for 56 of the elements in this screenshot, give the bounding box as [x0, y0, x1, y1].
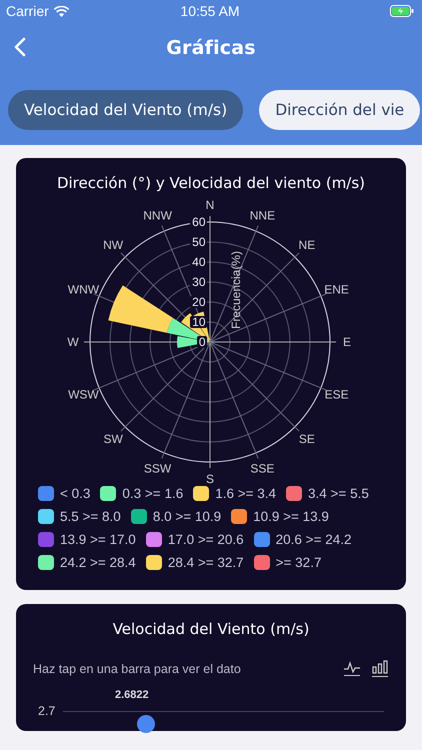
page-title: Gráficas [166, 37, 256, 59]
back-button[interactable] [12, 35, 28, 59]
radial-tick-label: 0 [197, 335, 207, 349]
direction-label: W [67, 335, 79, 349]
legend-label: 24.2 >= 28.4 [60, 555, 136, 570]
wifi-icon [54, 6, 69, 16]
direction-label: WNW [68, 282, 100, 297]
direction-label: ENE [324, 282, 349, 297]
data-value-label: 2.6822 [115, 689, 149, 701]
direction-label: N [206, 198, 214, 212]
legend-label: 20.6 >= 24.2 [276, 532, 352, 547]
radial-tick-label: 20 [190, 295, 207, 309]
radial-tick-label: 40 [190, 255, 207, 269]
direction-label: WSW [68, 387, 99, 402]
carrier-label: Carrier [6, 3, 49, 19]
direction-label: SSE [250, 462, 274, 476]
legend-label: >= 32.7 [276, 555, 322, 570]
legend-label: 0.3 >= 1.6 [122, 486, 184, 501]
radial-tick-label: 30 [190, 275, 207, 289]
direction-label: ESE [324, 387, 349, 402]
legend-label: 8.0 >= 10.9 [152, 509, 222, 524]
legend-label: 13.9 >= 17.0 [60, 532, 136, 547]
radial-tick-label: 10 [190, 315, 207, 329]
direction-label: SE [298, 432, 315, 446]
card-title: Velocidad del Viento (m/s) [112, 619, 310, 638]
direction-label: E [343, 335, 351, 349]
direction-label: NNE [250, 208, 276, 222]
battery-icon [390, 5, 414, 17]
chart-tab[interactable]: Dirección del vie [259, 90, 420, 130]
direction-label: NW [103, 238, 124, 252]
legend-label: 17.0 >= 20.6 [168, 532, 244, 547]
hint-text: Haz tap en una barra para ver el dato [33, 662, 242, 676]
legend-label: < 0.3 [60, 486, 90, 501]
legend-label: 5.5 >= 8.0 [60, 509, 121, 524]
legend-label: 28.4 >= 32.7 [168, 555, 244, 570]
direction-label: NE [298, 238, 316, 252]
data-point[interactable] [137, 715, 155, 733]
direction-label: SW [103, 432, 123, 446]
back-icon [14, 37, 26, 57]
radial-tick-label: 60 [190, 215, 207, 229]
legend-label: 1.6 >= 3.4 [215, 486, 276, 501]
y-tick-label: 2.7 [38, 704, 56, 718]
chart-type-button[interactable] [344, 661, 360, 676]
legend-label: 10.9 >= 13.9 [253, 509, 329, 524]
bar-chart-icon [372, 660, 388, 674]
direction-label: SSW [144, 462, 172, 476]
chart-tab[interactable]: Velocidad del Viento (m/s) [8, 90, 244, 130]
direction-label: S [206, 472, 214, 484]
axis-title: Frecuencia(%) [229, 250, 243, 330]
direction-label: NNW [143, 208, 172, 222]
clock-time: 10:55 AM [180, 3, 240, 19]
line-chart-icon [344, 661, 360, 673]
legend-label: 3.4 >= 5.5 [308, 486, 369, 501]
radial-tick-label: 50 [190, 235, 207, 249]
card-title: Dirección (°) y Velocidad del viento (m/s) [56, 173, 366, 192]
chart-type-button[interactable] [372, 660, 388, 677]
